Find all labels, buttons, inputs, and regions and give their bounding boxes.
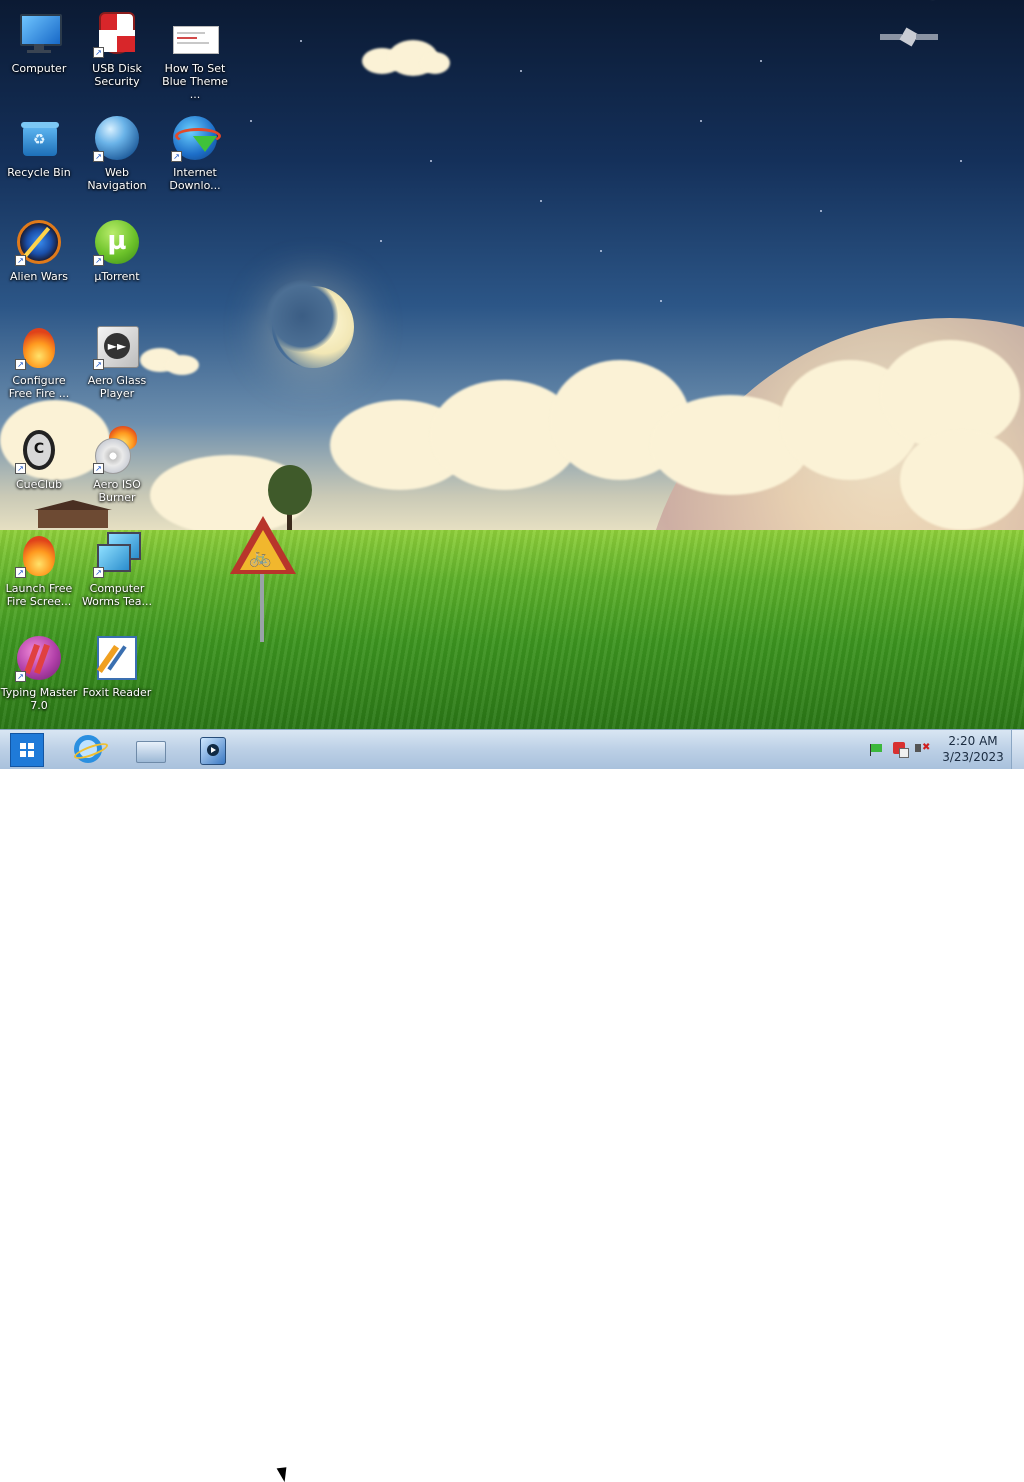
download-manager-icon: ↗: [171, 114, 221, 162]
desktop-icon-typing-master[interactable]: ↗ Typing Master 7.0: [0, 628, 78, 724]
monitors-icon: ↗: [93, 530, 141, 578]
icon-label: How To Set Blue Theme ...: [162, 62, 228, 101]
show-desktop-button[interactable]: [1011, 730, 1024, 769]
desktop-icon-foxit-reader[interactable]: Foxit Reader: [78, 628, 156, 724]
security-icon[interactable]: [891, 740, 909, 758]
document-icon: [171, 10, 219, 58]
start-button[interactable]: [10, 733, 44, 767]
disc-burner-icon: ↗: [93, 426, 141, 474]
desktop-icon-configure-free-fire[interactable]: ↗ Configure Free Fire ...: [0, 316, 78, 412]
internet-explorer-icon: [72, 735, 110, 763]
desktop-icon-aero-iso-burner[interactable]: ↗ Aero ISO Burner: [78, 420, 156, 516]
fire-icon: ↗: [15, 530, 63, 578]
icon-label: Internet Downlo...: [169, 166, 221, 192]
icon-label: Configure Free Fire ...: [8, 374, 70, 400]
desktop-icon-aero-glass-player[interactable]: ►► ↗ Aero Glass Player: [78, 316, 156, 412]
taskbar-media-player[interactable]: [192, 733, 230, 765]
globe-icon: ↗: [93, 114, 141, 162]
mouse-pointer: [276, 1463, 293, 1482]
game-icon: ↗: [15, 218, 63, 266]
icon-label: CueClub: [15, 478, 63, 491]
desktop-icon-recycle-bin[interactable]: ♻ Recycle Bin: [0, 108, 78, 204]
desktop-icon-computer-worms[interactable]: ↗ Computer Worms Tea...: [78, 524, 156, 620]
icon-label: Foxit Reader: [82, 686, 152, 699]
cueclub-icon: C ↗: [15, 426, 63, 474]
flag-icon[interactable]: [868, 740, 884, 756]
clock-date: 3/23/2023: [942, 750, 1004, 764]
recycle-bin-icon: ♻: [15, 114, 63, 162]
desktop-icon-cueclub[interactable]: C ↗ CueClub: [0, 420, 78, 516]
system-clock[interactable]: 2:20 AM 3/23/2023: [930, 733, 1016, 765]
desktop-icon-internet-download-manager[interactable]: ↗ Internet Downlo...: [156, 108, 234, 204]
icon-label: Recycle Bin: [7, 166, 71, 179]
media-player-icon: ►► ↗: [93, 322, 141, 370]
icon-label: Launch Free Fire Scree...: [5, 582, 73, 608]
desktop-icon-alien-wars[interactable]: ↗ Alien Wars: [0, 212, 78, 308]
taskbar: ✖ 2:20 AM 3/23/2023: [0, 729, 1024, 1482]
desktop-icon-usb-disk-security[interactable]: ↗ USB Disk Security: [78, 4, 156, 100]
foxit-reader-icon: [93, 634, 141, 682]
desktop-icon-web-navigation[interactable]: ↗ Web Navigation: [78, 108, 156, 204]
desktop-icon-launch-free-fire[interactable]: ↗ Launch Free Fire Scree...: [0, 524, 78, 620]
desktop-icon-computer[interactable]: Computer: [0, 4, 78, 100]
volume-muted-icon[interactable]: ✖: [914, 740, 930, 756]
typing-master-icon: ↗: [15, 634, 63, 682]
clock-time: 2:20 AM: [948, 734, 998, 748]
icon-label: Aero ISO Burner: [93, 478, 141, 504]
icon-label: Web Navigation: [87, 166, 147, 192]
fire-icon: ↗: [15, 322, 63, 370]
taskbar-file-explorer[interactable]: [130, 733, 168, 765]
shield-icon: ↗: [93, 10, 141, 58]
utorrent-icon: µ ↗: [93, 218, 141, 266]
icon-label: Aero Glass Player: [87, 374, 147, 400]
tree-graphic: [268, 465, 312, 515]
folder-icon: [136, 741, 166, 763]
icon-label: Typing Master 7.0: [0, 686, 78, 712]
taskbar-internet-explorer[interactable]: [70, 733, 110, 765]
icon-label: Computer: [11, 62, 67, 75]
icon-label: µTorrent: [94, 270, 140, 283]
desktop-icon-how-to-set-blue-theme[interactable]: How To Set Blue Theme ...: [156, 4, 234, 101]
moon-graphic: [266, 280, 354, 368]
satellite-graphic: [880, 18, 940, 58]
desktop-icon-utorrent[interactable]: µ ↗ µTorrent: [78, 212, 156, 308]
icon-label: Alien Wars: [9, 270, 69, 283]
icon-label: USB Disk Security: [92, 62, 142, 88]
computer-icon: [15, 10, 63, 58]
icon-label: Computer Worms Tea...: [81, 582, 153, 608]
media-player-icon: [200, 737, 226, 765]
